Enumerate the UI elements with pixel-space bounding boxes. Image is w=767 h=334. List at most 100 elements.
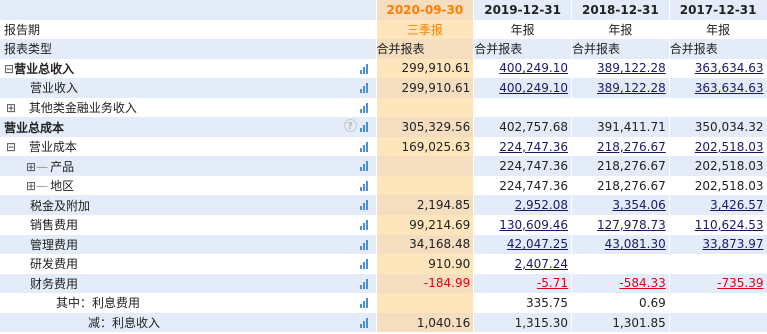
row-selling-expenses: 销售费用 99,214.69 130,609.46 127,978.73 110… — [0, 215, 767, 235]
row-label: 减：利息收入 — [88, 316, 161, 331]
bar-chart-icon[interactable] — [359, 200, 370, 211]
row-label-cell: 研发费用 — [0, 254, 377, 274]
value-link[interactable]: -584.33 — [619, 276, 665, 290]
value-link[interactable]: -5.71 — [537, 276, 568, 290]
row-interest-income: 减：利息收入 1,040.16 1,315.30 1,301.85 — [0, 312, 767, 333]
date-header-2018-12-31[interactable]: 2018-12-31 — [571, 0, 670, 20]
value-link[interactable]: 2,952.08 — [515, 198, 568, 212]
value-cell: 910.90 — [376, 254, 475, 274]
bar-chart-icon[interactable] — [359, 161, 370, 172]
row-label: 管理费用 — [30, 237, 79, 252]
expand-toggle-icon[interactable]: ⊞ — [4, 179, 36, 193]
row-label: 营业总收入 — [14, 61, 75, 76]
row-label-cell: 管理费用 — [0, 234, 377, 255]
value-cell — [473, 97, 572, 118]
value-cell: 3,354.06 — [571, 195, 670, 216]
value-cell: 169,025.63 — [376, 136, 475, 157]
value-cell — [376, 175, 475, 196]
value-link[interactable]: 202,518.03 — [695, 140, 764, 154]
collapse-toggle-icon[interactable]: ⊟ — [4, 140, 16, 154]
bar-chart-icon[interactable] — [359, 259, 370, 270]
row-label: 研发费用 — [30, 257, 79, 272]
value-link[interactable]: 363,634.63 — [695, 61, 764, 75]
date-header-2020-09-30[interactable]: 2020-09-30 — [376, 0, 475, 20]
value-cell — [571, 254, 670, 274]
value-link[interactable]: 33,873.97 — [702, 237, 763, 251]
value-cell: 34,168.48 — [376, 234, 475, 255]
row-label: 营业成本 — [28, 140, 77, 155]
header-corner — [0, 0, 377, 20]
value-cell: 202,518.03 — [669, 175, 767, 196]
row-label: 其他类金融业务收入 — [28, 101, 137, 115]
expand-toggle-icon[interactable]: ⊞ — [4, 101, 16, 115]
bar-chart-icon[interactable] — [359, 278, 370, 289]
value-cell: 299,910.61 — [376, 58, 475, 79]
row-label: 地区 — [50, 179, 75, 194]
period-cell: 年报 — [473, 19, 572, 40]
value-cell: 2,407.24 — [473, 254, 572, 274]
question-circle-icon[interactable]: ? — [343, 119, 357, 133]
report-type-row: 报表类型 合并报表 合并报表 合并报表 合并报表 — [0, 39, 767, 59]
value-cell: 99,214.69 — [376, 215, 475, 235]
value-cell: 42,047.25 — [473, 234, 572, 255]
financial-statement-table: 2020-09-30 2019-12-31 2018-12-31 2017-12… — [0, 0, 767, 333]
report-type-cell: 合并报表 — [473, 39, 572, 59]
value-cell: 1,301.85 — [571, 312, 670, 333]
row-label-cell: 财务费用 — [0, 273, 377, 294]
value-cell: 33,873.97 — [669, 234, 767, 255]
value-link[interactable]: 400,249.10 — [499, 81, 568, 95]
collapse-toggle-icon[interactable]: ⊟ — [4, 62, 14, 76]
value-link[interactable]: 110,624.53 — [695, 218, 764, 232]
bar-chart-icon[interactable] — [359, 298, 370, 309]
value-cell: 389,122.28 — [571, 58, 670, 79]
value-cell — [376, 293, 475, 313]
value-link[interactable]: 127,978.73 — [597, 218, 666, 232]
bar-chart-icon[interactable] — [359, 180, 370, 191]
value-link[interactable]: 43,081.30 — [605, 237, 666, 251]
row-label: 营业收入 — [30, 81, 79, 96]
value-link[interactable]: 3,426.57 — [710, 198, 763, 212]
value-cell: 202,518.03 — [669, 136, 767, 157]
row-label-cell: 减：利息收入 — [0, 312, 377, 333]
value-link[interactable]: 130,609.46 — [499, 218, 568, 232]
value-cell: 400,249.10 — [473, 58, 572, 79]
row-label: 其中：利息费用 — [56, 296, 141, 311]
date-header-2019-12-31[interactable]: 2019-12-31 — [473, 0, 572, 20]
value-link[interactable]: 3,354.06 — [612, 198, 665, 212]
value-cell: 305,329.56 — [376, 117, 475, 137]
value-cell: 224,747.36 — [473, 175, 572, 196]
value-link[interactable]: 224,747.36 — [499, 140, 568, 154]
row-rd-expenses: 研发费用 910.90 2,407.24 — [0, 254, 767, 274]
date-header-2017-12-31[interactable]: 2017-12-31 — [669, 0, 767, 20]
row-label: 财务费用 — [30, 276, 79, 291]
value-cell: 218,276.67 — [571, 156, 670, 176]
value-cell — [669, 97, 767, 118]
value-link[interactable]: 2,407.24 — [515, 257, 568, 271]
bar-chart-icon[interactable] — [359, 102, 370, 113]
value-cell: 110,624.53 — [669, 215, 767, 235]
bar-chart-icon[interactable] — [359, 122, 370, 133]
value-link[interactable]: 363,634.63 — [695, 81, 764, 95]
expand-toggle-icon[interactable]: ⊞ — [4, 160, 36, 174]
bar-chart-icon[interactable] — [359, 220, 370, 231]
value-cell: 224,747.36 — [473, 156, 572, 176]
report-type-cell: 合并报表 — [376, 39, 475, 59]
bar-chart-icon[interactable] — [359, 239, 370, 250]
value-link[interactable]: 389,122.28 — [597, 81, 666, 95]
value-cell: 224,747.36 — [473, 136, 572, 157]
value-link[interactable]: 389,122.28 — [597, 61, 666, 75]
value-cell — [669, 254, 767, 274]
period-cell: 年报 — [571, 19, 670, 40]
value-cell: 218,276.67 — [571, 136, 670, 157]
bar-chart-icon[interactable] — [359, 83, 370, 94]
value-link[interactable]: 218,276.67 — [597, 140, 666, 154]
value-link[interactable]: 42,047.25 — [507, 237, 568, 251]
value-link[interactable]: -735.39 — [717, 276, 763, 290]
row-label-cell: ⊞— 地区 — [0, 175, 377, 196]
bar-chart-icon[interactable] — [359, 63, 370, 74]
row-operating-cost: ⊟ 营业成本 169,025.63 224,747.36 218,276.67 … — [0, 136, 767, 157]
value-link[interactable]: 400,249.10 — [499, 61, 568, 75]
bar-chart-icon[interactable] — [359, 141, 370, 152]
bar-chart-icon[interactable] — [359, 317, 370, 328]
value-cell: 363,634.63 — [669, 78, 767, 98]
